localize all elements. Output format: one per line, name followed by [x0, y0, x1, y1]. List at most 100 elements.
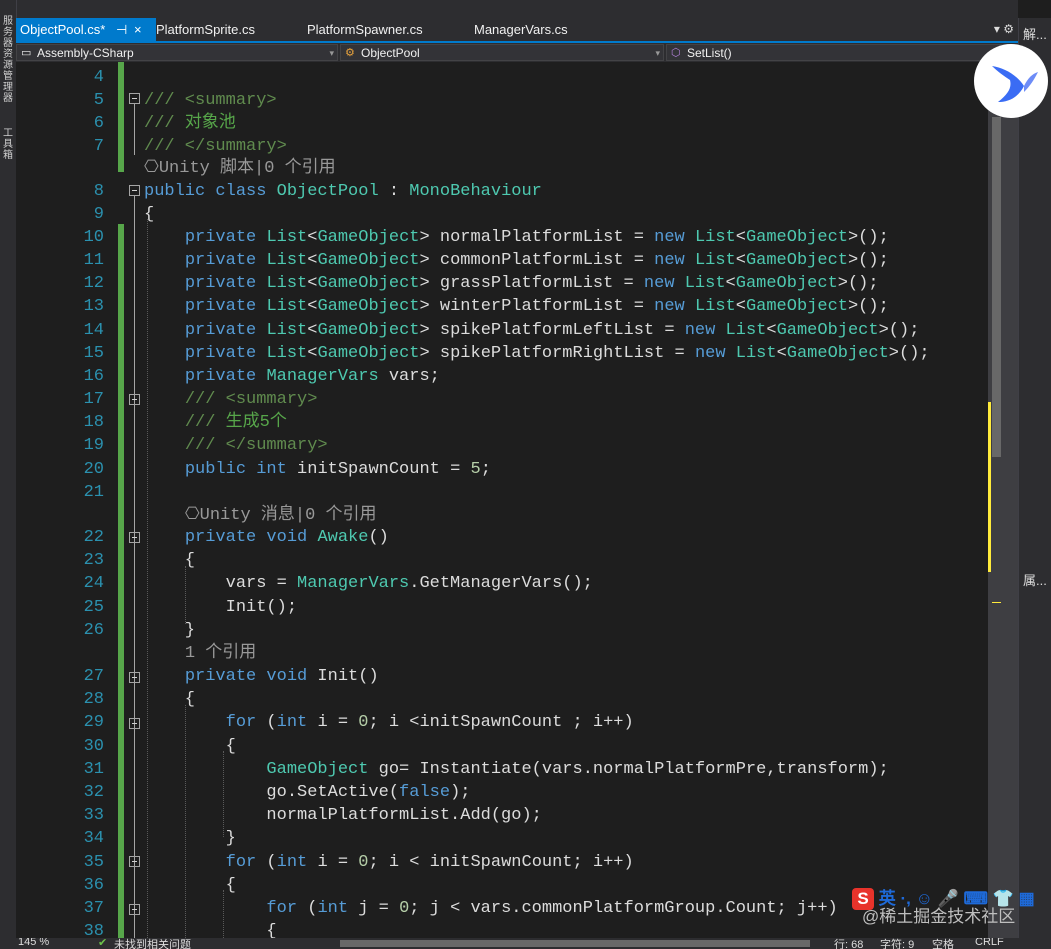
- type-name: ObjectPool: [361, 46, 420, 60]
- code-line: public int initSpawnCount = 5;: [184, 460, 491, 479]
- member-name: SetList(): [687, 46, 732, 60]
- server-explorer-tab[interactable]: 服务器资源管理器: [1, 16, 15, 104]
- code-line: {: [144, 737, 236, 756]
- fold-toggle[interactable]: [129, 185, 140, 196]
- codelens-hint[interactable]: ⎔Unity 消息|0 个引用: [144, 504, 377, 527]
- line-number: 15: [83, 344, 104, 363]
- fold-toggle[interactable]: [129, 856, 140, 867]
- fold-toggle[interactable]: [129, 904, 140, 915]
- project-name: Assembly-CSharp: [37, 46, 134, 60]
- line-number: 24: [83, 574, 104, 593]
- change-mark: [992, 602, 1001, 603]
- fold-toggle[interactable]: [129, 532, 140, 543]
- line-number: 31: [83, 760, 104, 779]
- code-line: {: [144, 876, 236, 895]
- document-tab-bar: ObjectPool.cs* ⊣ × PlatformSprite.cs Pla…: [16, 18, 1018, 41]
- bird-logo-icon: [974, 44, 1048, 118]
- zoom-level[interactable]: 145 %: [18, 938, 49, 948]
- project-dropdown[interactable]: ▭ Assembly-CSharp ▾: [16, 44, 338, 61]
- code-line: /// </summary>: [144, 137, 287, 156]
- line-number: 9: [93, 205, 104, 224]
- code-line: {: [144, 690, 196, 709]
- issues-status[interactable]: 未找到相关问题: [114, 938, 191, 949]
- line-number: 18: [83, 413, 104, 432]
- properties-tab[interactable]: 属...: [1023, 570, 1047, 589]
- code-line: /// <summary>: [184, 390, 318, 409]
- change-marker: [118, 224, 124, 938]
- line-number: 10: [83, 228, 104, 247]
- tab-platformspawner[interactable]: PlatformSpawner.cs: [303, 18, 423, 41]
- scroll-thumb[interactable]: [992, 117, 1001, 457]
- change-mark: [988, 402, 991, 572]
- code-line: for (int j = 0; j < vars.commonPlatformG…: [266, 899, 838, 918]
- line-number: 17: [83, 390, 104, 409]
- code-line: private List<GameObject> spikePlatformLe…: [184, 321, 920, 340]
- code-line: Init();: [144, 598, 298, 617]
- line-number: 19: [83, 436, 104, 455]
- line-number: 5: [93, 91, 104, 110]
- line-number: 32: [83, 783, 104, 802]
- code-line: /// 对象池: [144, 114, 236, 133]
- line-ending[interactable]: CRLF: [975, 938, 1004, 948]
- type-dropdown[interactable]: ⚙ ObjectPool ▾: [340, 44, 664, 61]
- line-number: 21: [83, 483, 104, 502]
- tab-overflow-settings[interactable]: ▾ ⚙: [994, 18, 1014, 41]
- method-icon: ⬡: [671, 47, 681, 59]
- line-number: 20: [83, 460, 104, 479]
- tab-platformsprite[interactable]: PlatformSprite.cs: [152, 18, 255, 41]
- line-number: 36: [83, 876, 104, 895]
- navigation-bar: ▭ Assembly-CSharp ▾ ⚙ ObjectPool ▾ ⬡ Set…: [16, 43, 1018, 62]
- code-line: public class ObjectPool : MonoBehaviour: [144, 182, 542, 201]
- cursor-row: 行: 68: [834, 939, 864, 949]
- code-line: private ManagerVars vars;: [184, 367, 440, 386]
- line-number: 14: [83, 321, 104, 340]
- code-line: }: [144, 829, 236, 848]
- line-number: 22: [83, 528, 104, 547]
- bird-logo-graphic: [992, 66, 1038, 102]
- line-number: 7: [93, 137, 104, 156]
- code-line: {: [144, 551, 196, 570]
- cursor-col: 字符: 9: [880, 939, 915, 949]
- code-line: private List<GameObject> normalPlatformL…: [184, 228, 889, 247]
- line-number: 8: [93, 182, 104, 201]
- line-number: [46, 157, 104, 180]
- indent-mode[interactable]: 空格: [932, 938, 954, 949]
- code-line: }: [144, 621, 196, 640]
- line-number: 27: [83, 667, 104, 686]
- code-line: normalPlatformList.Add(go);: [144, 806, 542, 825]
- tab-objectpool[interactable]: ObjectPool.cs* ⊣ ×: [16, 18, 156, 41]
- code-line: {: [144, 205, 155, 224]
- member-dropdown[interactable]: ⬡ SetList(): [666, 44, 1018, 61]
- codelens-hint[interactable]: ⎔Unity 脚本|0 个引用: [144, 157, 336, 180]
- solution-explorer-tab[interactable]: 解...: [1023, 24, 1047, 43]
- fold-toggle[interactable]: [129, 394, 140, 405]
- code-line: private void Init(): [184, 667, 379, 686]
- code-line: go.SetActive(false);: [144, 783, 471, 802]
- fold-toggle[interactable]: [129, 93, 140, 104]
- pin-icon[interactable]: ⊣: [116, 18, 127, 41]
- line-number: 23: [83, 551, 104, 570]
- toolbox-tab[interactable]: 工具箱: [1, 128, 15, 161]
- project-icon: ▭: [21, 47, 32, 59]
- code-line: vars = ManagerVars.GetManagerVars();: [144, 574, 593, 593]
- chevron-down-icon: ▾: [329, 48, 334, 58]
- codelens-hint[interactable]: 1 个引用: [144, 642, 256, 665]
- code-line: private List<GameObject> winterPlatformL…: [184, 297, 889, 316]
- line-number: 11: [83, 251, 104, 270]
- line-number: 4: [93, 68, 104, 87]
- code-line: GameObject go= Instantiate(vars.normalPl…: [266, 760, 889, 779]
- code-line: for (int i = 0; i < initSpawnCount; i++): [225, 853, 634, 872]
- line-number: 25: [83, 598, 104, 617]
- horizontal-scrollbar[interactable]: [340, 940, 810, 947]
- close-icon[interactable]: ×: [134, 18, 142, 41]
- line-number: 30: [83, 737, 104, 756]
- line-number: 37: [83, 899, 104, 918]
- watermark: @稀土掘金技术社区: [862, 907, 1016, 926]
- code-line: private void Awake(): [184, 528, 389, 547]
- fold-toggle[interactable]: [129, 718, 140, 729]
- vertical-scrollbar[interactable]: [988, 62, 1018, 938]
- code-editor[interactable]: 4 5/// <summary> 6/// 对象池 7/// </summary> ⎔U…: [16, 62, 988, 938]
- code-line: private List<GameObject> spikePlatformRi…: [184, 344, 930, 363]
- tab-managervars[interactable]: ManagerVars.cs: [470, 18, 568, 41]
- fold-toggle[interactable]: [129, 672, 140, 683]
